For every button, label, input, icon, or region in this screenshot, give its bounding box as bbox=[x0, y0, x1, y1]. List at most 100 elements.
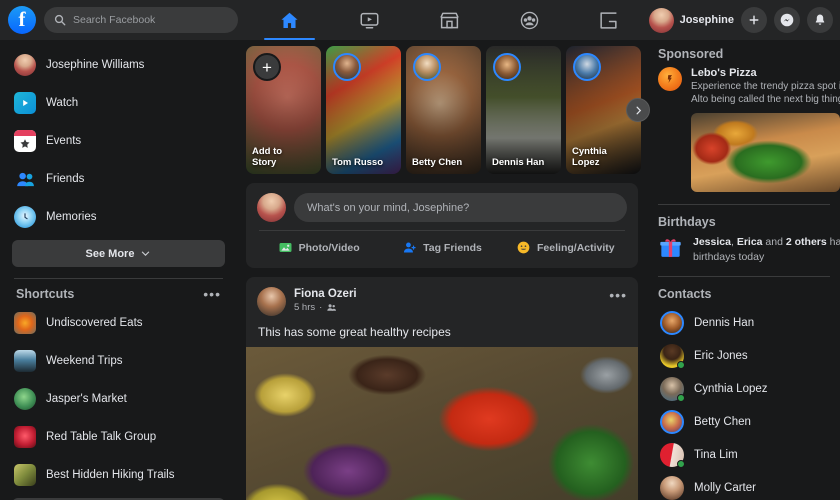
feed-column: + Add to Story Tom Russo Betty Chen Denni… bbox=[237, 40, 650, 500]
profile-chip[interactable]: Josephine bbox=[648, 7, 734, 33]
right-sidebar: Sponsored Lebo's Pizza Experience the tr… bbox=[647, 40, 840, 500]
avatar bbox=[14, 54, 36, 76]
memories-icon bbox=[14, 206, 36, 228]
facebook-logo-icon[interactable]: f bbox=[8, 6, 36, 34]
profile-name: Josephine bbox=[679, 14, 734, 26]
nav-tab-marketplace[interactable] bbox=[409, 0, 489, 40]
groups-icon bbox=[520, 11, 538, 29]
story-label: Add to Story bbox=[252, 146, 283, 169]
story-label: Tom Russo bbox=[332, 157, 384, 169]
avatar bbox=[660, 476, 684, 500]
ad-description: Experience the trendy pizza spot in Alto … bbox=[691, 81, 840, 106]
topbar-left: f bbox=[0, 6, 250, 34]
post-author-block: Fiona Ozeri 5 hrs · bbox=[294, 287, 357, 313]
friends-icon bbox=[14, 168, 36, 190]
sidebar-divider bbox=[14, 278, 223, 279]
avatar[interactable] bbox=[257, 287, 286, 316]
contact-avatar-wrap bbox=[660, 344, 685, 370]
composer-action-label: Photo/Video bbox=[298, 241, 360, 254]
contact-betty-chen[interactable]: Betty Chen bbox=[658, 406, 840, 439]
avatar[interactable] bbox=[257, 193, 286, 222]
chevron-right-icon bbox=[636, 106, 641, 114]
story-label: Dennis Han bbox=[492, 157, 545, 169]
page-body: Josephine Williams Watch Events Friends … bbox=[0, 40, 840, 500]
shortcut-label: Best Hidden Hiking Trails bbox=[46, 469, 175, 481]
watch-icon bbox=[14, 92, 36, 114]
post-meta: 5 hrs · bbox=[294, 302, 357, 313]
birthday-others-count: 2 others bbox=[785, 236, 827, 249]
bell-icon bbox=[815, 14, 825, 25]
contact-cynthia-lopez[interactable]: Cynthia Lopez bbox=[658, 373, 840, 406]
facebook-app: f Search Facebook Josephine Josephine Wi… bbox=[0, 0, 840, 500]
home-icon bbox=[281, 12, 298, 28]
sidebar-item-friends[interactable]: Friends bbox=[8, 160, 229, 198]
stories-carousel: + Add to Story Tom Russo Betty Chen Denni… bbox=[246, 46, 650, 174]
sidebar-item-label: Josephine Williams bbox=[46, 59, 145, 71]
sidebar-item-watch[interactable]: Watch bbox=[8, 84, 229, 122]
plus-icon: + bbox=[253, 53, 281, 81]
story-avatar bbox=[413, 53, 441, 81]
story-tom-russo[interactable]: Tom Russo bbox=[326, 46, 401, 174]
composer-tag-friends-button[interactable]: Tag Friends bbox=[380, 231, 503, 264]
messenger-icon bbox=[780, 13, 794, 27]
contact-dennis-han[interactable]: Dennis Han bbox=[658, 307, 840, 340]
sidebar-see-more-button[interactable]: See More bbox=[12, 240, 225, 267]
post-more-options-icon[interactable]: ••• bbox=[609, 288, 627, 302]
shortcut-label: Weekend Trips bbox=[46, 355, 123, 367]
create-button[interactable] bbox=[741, 7, 767, 33]
contact-name: Molly Carter bbox=[694, 482, 756, 495]
story-add-to-story[interactable]: + Add to Story bbox=[246, 46, 321, 174]
post-header: Fiona Ozeri 5 hrs · ••• bbox=[257, 287, 627, 316]
sponsored-ad[interactable]: Lebo's Pizza Experience the trendy pizza… bbox=[658, 67, 840, 106]
composer-top-row: What's on your mind, Josephine? bbox=[257, 193, 627, 222]
avatar bbox=[660, 410, 684, 435]
shortcut-best-hidden-hiking-trails[interactable]: Best Hidden Hiking Trails bbox=[8, 456, 229, 494]
online-status-dot bbox=[677, 394, 685, 403]
hiking-thumb-icon bbox=[14, 464, 36, 486]
birthdays-row[interactable]: Jessica, Erica and 2 others havebirthday… bbox=[658, 235, 840, 263]
shortcut-undiscovered-eats[interactable]: Undiscovered Eats bbox=[8, 304, 229, 342]
story-dennis-han[interactable]: Dennis Han bbox=[486, 46, 561, 174]
contact-name: Eric Jones bbox=[694, 350, 748, 363]
shortcut-label: Undiscovered Eats bbox=[46, 317, 143, 329]
sidebar-item-label: Watch bbox=[46, 97, 79, 109]
shortcuts-options-icon[interactable]: ••• bbox=[203, 287, 221, 301]
shortcut-red-table-talk[interactable]: Red Table Talk Group bbox=[8, 418, 229, 456]
right-divider-1 bbox=[658, 204, 830, 206]
story-betty-chen[interactable]: Betty Chen bbox=[406, 46, 481, 174]
nav-tab-groups[interactable] bbox=[489, 0, 569, 40]
nav-tab-home[interactable] bbox=[250, 0, 330, 40]
search-input[interactable] bbox=[73, 14, 228, 26]
story-avatar bbox=[493, 53, 521, 81]
search-box[interactable] bbox=[44, 7, 238, 33]
contact-eric-jones[interactable]: Eric Jones bbox=[658, 340, 840, 373]
composer-actions: Photo/Video Tag Friends Feeling/Activity bbox=[257, 231, 627, 264]
composer-photo-video-button[interactable]: Photo/Video bbox=[257, 231, 380, 264]
post-author-name[interactable]: Fiona Ozeri bbox=[294, 287, 357, 301]
feed: + Add to Story Tom Russo Betty Chen Denni… bbox=[246, 46, 650, 500]
contact-molly-carter[interactable]: Molly Carter bbox=[658, 472, 840, 500]
video-icon bbox=[360, 12, 379, 29]
ad-title: Lebo's Pizza bbox=[691, 67, 757, 79]
stories-next-button[interactable] bbox=[626, 98, 650, 122]
composer-input[interactable]: What's on your mind, Josephine? bbox=[294, 193, 627, 222]
shortcut-weekend-trips[interactable]: Weekend Trips bbox=[8, 342, 229, 380]
food-thumb-icon bbox=[14, 312, 36, 334]
messenger-button[interactable] bbox=[774, 7, 800, 33]
composer-feeling-activity-button[interactable]: Feeling/Activity bbox=[504, 231, 627, 264]
composer-action-label: Feeling/Activity bbox=[537, 241, 615, 254]
marketplace-icon bbox=[440, 12, 459, 28]
notifications-button[interactable] bbox=[807, 7, 833, 33]
sidebar-item-events[interactable]: Events bbox=[8, 122, 229, 160]
nav-tab-video[interactable] bbox=[330, 0, 410, 40]
composer-action-label: Tag Friends bbox=[423, 241, 482, 254]
sidebar-item-profile[interactable]: Josephine Williams bbox=[8, 46, 229, 84]
contact-name: Tina Lim bbox=[694, 449, 738, 462]
sidebar-item-memories[interactable]: Memories bbox=[8, 198, 229, 236]
contact-tina-lim[interactable]: Tina Lim bbox=[658, 439, 840, 472]
post-image[interactable] bbox=[246, 347, 638, 500]
shortcut-jaspers-market[interactable]: Jasper's Market bbox=[8, 380, 229, 418]
ad-image[interactable] bbox=[691, 113, 840, 193]
topbar-nav bbox=[250, 0, 649, 40]
nav-tab-gaming[interactable] bbox=[569, 0, 649, 40]
